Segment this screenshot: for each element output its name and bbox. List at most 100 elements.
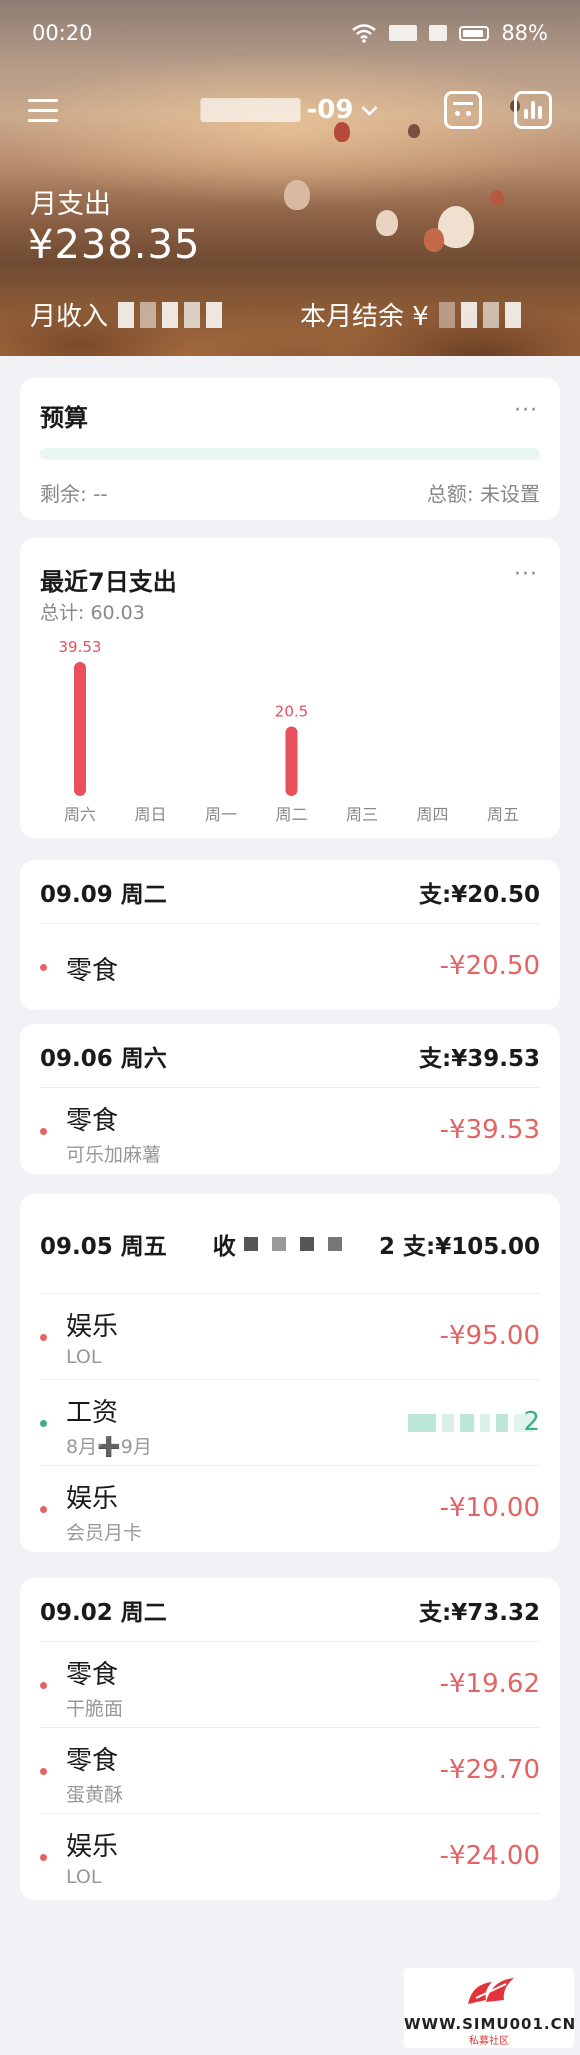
month-title-text: -09: [306, 95, 354, 125]
day-header: 09.09 周二 支:¥20.50: [40, 860, 540, 924]
chart-tick-label: 周六: [64, 805, 96, 824]
chart-data-label: 20.5: [275, 703, 308, 721]
day-header: 09.02 周二 支:¥73.32: [40, 1578, 540, 1642]
battery-icon: [459, 25, 490, 41]
calendar-icon[interactable]: [444, 91, 482, 129]
chart-bar[interactable]: [285, 726, 298, 796]
chart-bar[interactable]: [74, 662, 86, 796]
balloon-decoration: [284, 180, 310, 210]
category-dot-icon: [40, 1334, 47, 1341]
day-card[interactable]: 09.09 周二 支:¥20.50 零食 -¥20.50: [20, 860, 560, 1010]
month-expense-amount: ¥238.35: [28, 222, 201, 268]
month-expense-label: 月支出: [30, 189, 111, 220]
day-total: 2 支:¥105.00: [379, 1233, 540, 1260]
transaction-row[interactable]: 零食干脆面 -¥19.62: [40, 1642, 540, 1728]
budget-card[interactable]: 预算 ··· 剩余: -- 总额: 未设置: [20, 378, 560, 520]
day-income-label: 收: [212, 1233, 236, 1260]
transaction-note: 会员月卡: [66, 1522, 143, 1544]
transaction-row[interactable]: 零食 可乐加麻薯 -¥39.53: [40, 1088, 540, 1174]
day-card[interactable]: 09.02 周二 支:¥73.32 零食 干脆面 -¥19.62 零食 蛋黄酥 -¥29.70…: [20, 1578, 560, 1900]
transaction-amount: -¥29.70: [439, 1755, 540, 1785]
transaction-amount: 2: [523, 1407, 540, 1437]
week-bar-chart: 39.53 周六 周日 周一 20.5 周二 周三 周四 周五: [59, 638, 519, 824]
transaction-row[interactable]: 娱乐 LOL -¥95.00: [40, 1294, 540, 1380]
signal-icon: [389, 25, 418, 41]
category-dot-icon: [40, 1854, 47, 1861]
day-card[interactable]: 09.05 周五 收 2 支:¥105.00 娱乐 LOL -¥95.00 工资 8月➕9月 2…: [20, 1194, 560, 1552]
transaction-amount-redacted: [408, 1414, 534, 1432]
transaction-row[interactable]: 零食 -¥20.50: [40, 924, 540, 1010]
watermark-text: WWW.SIMU001.CN: [404, 2015, 577, 2033]
category-dot-icon: [40, 1682, 47, 1689]
status-bar: 00:20 88%: [0, 0, 580, 66]
transaction-row[interactable]: 工资 8月➕9月 2: [40, 1380, 540, 1466]
chart-data-label: 39.53: [59, 638, 102, 656]
chart-tick-label: 周五: [487, 805, 519, 824]
day-income-summary: 收: [213, 1227, 342, 1261]
more-icon[interactable]: ···: [514, 398, 538, 423]
category-dot-icon: [40, 1128, 47, 1135]
transaction-amount: -¥20.50: [439, 951, 540, 981]
month-income: 月收入: [30, 296, 223, 333]
menu-icon[interactable]: [28, 92, 64, 128]
day-header: 09.05 周五 收 2 支:¥105.00: [40, 1194, 540, 1294]
month-balance-label: 本月结余 ¥: [300, 302, 429, 332]
day-header: 09.06 周六 支:¥39.53: [40, 1024, 540, 1088]
transaction-note: 干脆面: [66, 1698, 124, 1720]
week-expense-card[interactable]: 最近7日支出 ··· 总计: 60.03 39.53 周六 周日 周一 20.5 周二 周三…: [20, 538, 560, 838]
status-time: 00:20: [32, 21, 93, 45]
category-dot-icon: [40, 1420, 47, 1427]
chart-tick-label: 周日: [134, 805, 166, 824]
transaction-row[interactable]: 娱乐 LOL -¥24.00: [40, 1814, 540, 1900]
transaction-category: 零食: [66, 956, 119, 986]
month-balance: 本月结余 ¥: [300, 296, 521, 333]
battery-level: 88%: [501, 21, 548, 45]
signal-icon: [429, 25, 448, 41]
budget-total: 总额: 未设置: [426, 482, 540, 506]
day-total: 支:¥73.32: [419, 1599, 540, 1626]
month-income-redacted: [118, 301, 223, 328]
transaction-amount: -¥19.62: [439, 1669, 540, 1699]
budget-title: 预算: [40, 404, 88, 432]
day-total: 支:¥20.50: [419, 881, 540, 908]
status-icons: 88%: [351, 21, 548, 45]
chevron-down-icon: [361, 106, 378, 116]
transaction-note: LOL: [66, 1866, 102, 1888]
watermark-subtext: 私募社区: [469, 2036, 509, 2047]
day-date: 09.05 周五: [40, 1233, 167, 1260]
balloon-decoration: [490, 190, 504, 206]
transaction-row[interactable]: 娱乐 会员月卡 -¥10.00: [40, 1466, 540, 1552]
transaction-amount: -¥24.00: [439, 1841, 540, 1871]
transaction-amount: -¥95.00: [439, 1321, 540, 1351]
budget-remaining: 剩余: --: [40, 482, 108, 506]
transaction-amount: -¥39.53: [439, 1115, 540, 1145]
transaction-row[interactable]: 零食蛋黄酥 -¥29.70: [40, 1728, 540, 1814]
stats-icon[interactable]: [514, 91, 552, 129]
month-income-label: 月收入: [30, 302, 109, 332]
day-total: 支:¥39.53: [419, 1045, 540, 1072]
category-dot-icon: [40, 1506, 47, 1513]
chart-tick-label: 周三: [346, 805, 378, 824]
transaction-note: LOL: [66, 1346, 102, 1368]
category-dot-icon: [40, 1768, 47, 1775]
balloon-decoration: [376, 210, 398, 236]
transaction-category: 工资: [66, 1398, 119, 1428]
month-selector[interactable]: -09: [200, 95, 380, 125]
nav-icons: [444, 91, 552, 129]
chart-tick-label: 周四: [416, 805, 448, 824]
day-date: 09.02 周二: [40, 1599, 167, 1626]
day-income-redacted: [243, 1236, 342, 1251]
transaction-category: 零食: [66, 1746, 119, 1776]
budget-progress-bar: [40, 448, 540, 460]
watermark: WWW.SIMU001.CN 私募社区: [404, 1968, 577, 2048]
transaction-category: 零食: [66, 1106, 119, 1136]
wifi-icon: [352, 24, 377, 43]
day-card[interactable]: 09.06 周六 支:¥39.53 零食 可乐加麻薯 -¥39.53: [20, 1024, 560, 1174]
transaction-note: 蛋黄酥: [66, 1784, 124, 1806]
header-banner: 00:20 88% -09 月支出 ¥238.35 月收入 本月结余 ¥: [0, 0, 580, 356]
transaction-category: 娱乐: [66, 1312, 119, 1342]
month-year-redacted: [200, 98, 301, 122]
transaction-category: 零食: [66, 1660, 119, 1690]
transaction-category: 娱乐: [66, 1484, 119, 1514]
watermark-logo-icon: [468, 1978, 514, 2004]
